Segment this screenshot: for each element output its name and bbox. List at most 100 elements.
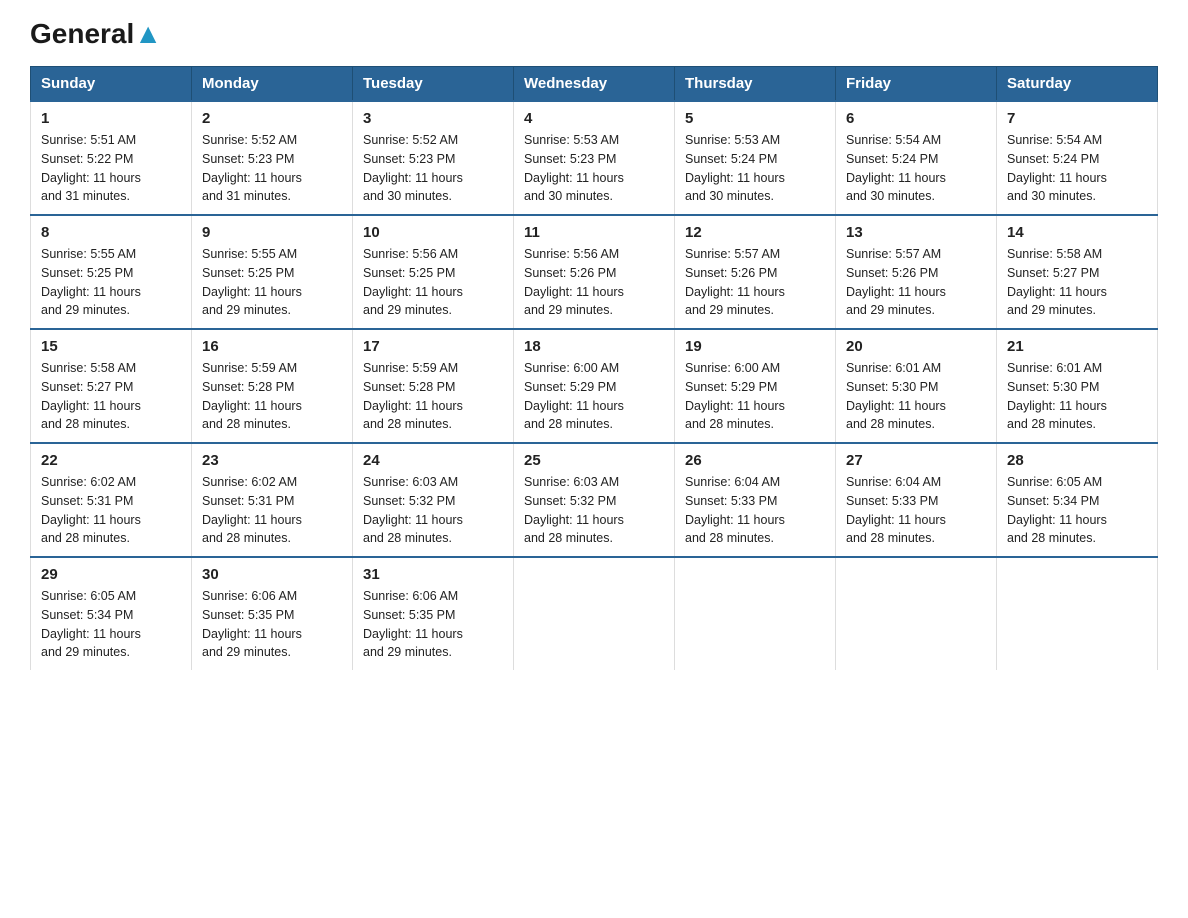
header-row: SundayMondayTuesdayWednesdayThursdayFrid… xyxy=(31,67,1158,102)
day-cell: 31 Sunrise: 6:06 AM Sunset: 5:35 PM Dayl… xyxy=(353,557,514,670)
day-info: Sunrise: 6:02 AM Sunset: 5:31 PM Dayligh… xyxy=(41,473,181,548)
day-cell: 18 Sunrise: 6:00 AM Sunset: 5:29 PM Dayl… xyxy=(514,329,675,443)
day-number: 17 xyxy=(363,338,503,355)
day-number: 4 xyxy=(524,110,664,127)
day-number: 23 xyxy=(202,452,342,469)
day-number: 22 xyxy=(41,452,181,469)
day-info: Sunrise: 6:03 AM Sunset: 5:32 PM Dayligh… xyxy=(363,473,503,548)
week-row-5: 29 Sunrise: 6:05 AM Sunset: 5:34 PM Dayl… xyxy=(31,557,1158,670)
day-info: Sunrise: 5:57 AM Sunset: 5:26 PM Dayligh… xyxy=(846,245,986,320)
day-info: Sunrise: 5:52 AM Sunset: 5:23 PM Dayligh… xyxy=(363,131,503,206)
day-number: 25 xyxy=(524,452,664,469)
day-cell: 2 Sunrise: 5:52 AM Sunset: 5:23 PM Dayli… xyxy=(192,101,353,215)
week-row-2: 8 Sunrise: 5:55 AM Sunset: 5:25 PM Dayli… xyxy=(31,215,1158,329)
day-cell: 6 Sunrise: 5:54 AM Sunset: 5:24 PM Dayli… xyxy=(836,101,997,215)
day-cell: 16 Sunrise: 5:59 AM Sunset: 5:28 PM Dayl… xyxy=(192,329,353,443)
day-number: 6 xyxy=(846,110,986,127)
day-info: Sunrise: 6:00 AM Sunset: 5:29 PM Dayligh… xyxy=(524,359,664,434)
day-number: 21 xyxy=(1007,338,1147,355)
day-number: 13 xyxy=(846,224,986,241)
col-header-sunday: Sunday xyxy=(31,67,192,102)
logo-general-text: General▲ xyxy=(30,20,162,48)
day-cell: 28 Sunrise: 6:05 AM Sunset: 5:34 PM Dayl… xyxy=(997,443,1158,557)
col-header-saturday: Saturday xyxy=(997,67,1158,102)
day-cell: 27 Sunrise: 6:04 AM Sunset: 5:33 PM Dayl… xyxy=(836,443,997,557)
col-header-monday: Monday xyxy=(192,67,353,102)
day-cell: 19 Sunrise: 6:00 AM Sunset: 5:29 PM Dayl… xyxy=(675,329,836,443)
day-number: 11 xyxy=(524,224,664,241)
day-number: 20 xyxy=(846,338,986,355)
day-number: 14 xyxy=(1007,224,1147,241)
day-number: 29 xyxy=(41,566,181,583)
day-info: Sunrise: 5:56 AM Sunset: 5:25 PM Dayligh… xyxy=(363,245,503,320)
day-cell: 29 Sunrise: 6:05 AM Sunset: 5:34 PM Dayl… xyxy=(31,557,192,670)
day-cell: 20 Sunrise: 6:01 AM Sunset: 5:30 PM Dayl… xyxy=(836,329,997,443)
day-info: Sunrise: 5:57 AM Sunset: 5:26 PM Dayligh… xyxy=(685,245,825,320)
header: General▲ xyxy=(30,20,1158,48)
day-info: Sunrise: 6:04 AM Sunset: 5:33 PM Dayligh… xyxy=(846,473,986,548)
col-header-thursday: Thursday xyxy=(675,67,836,102)
day-cell xyxy=(514,557,675,670)
day-info: Sunrise: 5:58 AM Sunset: 5:27 PM Dayligh… xyxy=(1007,245,1147,320)
day-cell: 8 Sunrise: 5:55 AM Sunset: 5:25 PM Dayli… xyxy=(31,215,192,329)
day-number: 19 xyxy=(685,338,825,355)
day-cell: 9 Sunrise: 5:55 AM Sunset: 5:25 PM Dayli… xyxy=(192,215,353,329)
day-number: 15 xyxy=(41,338,181,355)
day-info: Sunrise: 5:59 AM Sunset: 5:28 PM Dayligh… xyxy=(363,359,503,434)
day-info: Sunrise: 5:54 AM Sunset: 5:24 PM Dayligh… xyxy=(846,131,986,206)
day-cell: 15 Sunrise: 5:58 AM Sunset: 5:27 PM Dayl… xyxy=(31,329,192,443)
day-info: Sunrise: 6:04 AM Sunset: 5:33 PM Dayligh… xyxy=(685,473,825,548)
week-row-3: 15 Sunrise: 5:58 AM Sunset: 5:27 PM Dayl… xyxy=(31,329,1158,443)
day-cell: 30 Sunrise: 6:06 AM Sunset: 5:35 PM Dayl… xyxy=(192,557,353,670)
day-info: Sunrise: 6:01 AM Sunset: 5:30 PM Dayligh… xyxy=(1007,359,1147,434)
day-cell xyxy=(997,557,1158,670)
day-cell: 24 Sunrise: 6:03 AM Sunset: 5:32 PM Dayl… xyxy=(353,443,514,557)
week-row-4: 22 Sunrise: 6:02 AM Sunset: 5:31 PM Dayl… xyxy=(31,443,1158,557)
col-header-wednesday: Wednesday xyxy=(514,67,675,102)
day-cell: 1 Sunrise: 5:51 AM Sunset: 5:22 PM Dayli… xyxy=(31,101,192,215)
day-info: Sunrise: 5:58 AM Sunset: 5:27 PM Dayligh… xyxy=(41,359,181,434)
day-cell: 4 Sunrise: 5:53 AM Sunset: 5:23 PM Dayli… xyxy=(514,101,675,215)
day-cell: 13 Sunrise: 5:57 AM Sunset: 5:26 PM Dayl… xyxy=(836,215,997,329)
day-cell: 12 Sunrise: 5:57 AM Sunset: 5:26 PM Dayl… xyxy=(675,215,836,329)
day-number: 16 xyxy=(202,338,342,355)
day-number: 7 xyxy=(1007,110,1147,127)
day-cell: 3 Sunrise: 5:52 AM Sunset: 5:23 PM Dayli… xyxy=(353,101,514,215)
day-cell: 5 Sunrise: 5:53 AM Sunset: 5:24 PM Dayli… xyxy=(675,101,836,215)
day-info: Sunrise: 5:53 AM Sunset: 5:24 PM Dayligh… xyxy=(685,131,825,206)
day-cell: 21 Sunrise: 6:01 AM Sunset: 5:30 PM Dayl… xyxy=(997,329,1158,443)
week-row-1: 1 Sunrise: 5:51 AM Sunset: 5:22 PM Dayli… xyxy=(31,101,1158,215)
day-info: Sunrise: 6:06 AM Sunset: 5:35 PM Dayligh… xyxy=(202,587,342,662)
col-header-friday: Friday xyxy=(836,67,997,102)
day-number: 8 xyxy=(41,224,181,241)
col-header-tuesday: Tuesday xyxy=(353,67,514,102)
day-number: 12 xyxy=(685,224,825,241)
calendar-table: SundayMondayTuesdayWednesdayThursdayFrid… xyxy=(30,66,1158,670)
day-info: Sunrise: 6:00 AM Sunset: 5:29 PM Dayligh… xyxy=(685,359,825,434)
day-number: 5 xyxy=(685,110,825,127)
day-info: Sunrise: 6:03 AM Sunset: 5:32 PM Dayligh… xyxy=(524,473,664,548)
day-info: Sunrise: 6:06 AM Sunset: 5:35 PM Dayligh… xyxy=(363,587,503,662)
day-cell: 11 Sunrise: 5:56 AM Sunset: 5:26 PM Dayl… xyxy=(514,215,675,329)
day-number: 9 xyxy=(202,224,342,241)
day-info: Sunrise: 5:55 AM Sunset: 5:25 PM Dayligh… xyxy=(41,245,181,320)
day-cell: 25 Sunrise: 6:03 AM Sunset: 5:32 PM Dayl… xyxy=(514,443,675,557)
day-cell: 14 Sunrise: 5:58 AM Sunset: 5:27 PM Dayl… xyxy=(997,215,1158,329)
day-number: 3 xyxy=(363,110,503,127)
day-info: Sunrise: 6:02 AM Sunset: 5:31 PM Dayligh… xyxy=(202,473,342,548)
day-info: Sunrise: 5:51 AM Sunset: 5:22 PM Dayligh… xyxy=(41,131,181,206)
day-number: 26 xyxy=(685,452,825,469)
day-number: 1 xyxy=(41,110,181,127)
day-cell: 23 Sunrise: 6:02 AM Sunset: 5:31 PM Dayl… xyxy=(192,443,353,557)
day-info: Sunrise: 5:55 AM Sunset: 5:25 PM Dayligh… xyxy=(202,245,342,320)
day-info: Sunrise: 6:01 AM Sunset: 5:30 PM Dayligh… xyxy=(846,359,986,434)
day-number: 24 xyxy=(363,452,503,469)
day-cell xyxy=(836,557,997,670)
day-info: Sunrise: 5:53 AM Sunset: 5:23 PM Dayligh… xyxy=(524,131,664,206)
day-cell: 26 Sunrise: 6:04 AM Sunset: 5:33 PM Dayl… xyxy=(675,443,836,557)
day-number: 10 xyxy=(363,224,503,241)
day-cell: 17 Sunrise: 5:59 AM Sunset: 5:28 PM Dayl… xyxy=(353,329,514,443)
day-cell: 7 Sunrise: 5:54 AM Sunset: 5:24 PM Dayli… xyxy=(997,101,1158,215)
day-number: 2 xyxy=(202,110,342,127)
logo: General▲ xyxy=(30,20,162,48)
